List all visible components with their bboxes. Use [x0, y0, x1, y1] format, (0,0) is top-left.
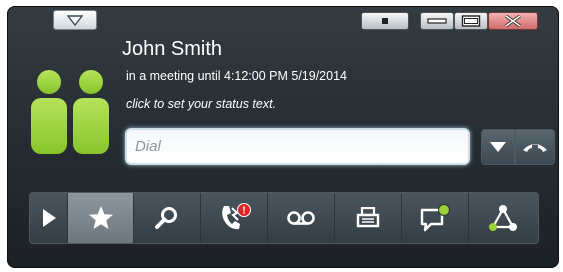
- triangle-down-icon: [490, 142, 506, 152]
- phone-handset-icon: [523, 144, 547, 152]
- presence-status[interactable]: in a meeting until 4:12:00 PM 5/19/2014: [126, 69, 347, 83]
- star-icon: [88, 206, 113, 229]
- voicemail-icon: [287, 211, 315, 225]
- minimize-icon: [427, 18, 447, 24]
- alert-badge: !: [242, 206, 245, 217]
- chat-icon: [420, 204, 450, 232]
- search-icon: [155, 207, 177, 229]
- compact-view-button[interactable]: [361, 12, 409, 30]
- minimize-button[interactable]: [420, 12, 454, 30]
- dial-input[interactable]: [125, 128, 470, 165]
- call-history-icon: !: [222, 203, 251, 230]
- maximize-icon: [461, 15, 481, 27]
- favorites-tab[interactable]: [68, 193, 134, 243]
- status-text-prompt[interactable]: click to set your status text.: [126, 97, 276, 111]
- call-button[interactable]: [515, 129, 555, 165]
- fax-icon: [356, 207, 380, 228]
- avatar[interactable]: [29, 70, 113, 154]
- fax-tab[interactable]: [335, 193, 402, 243]
- close-button[interactable]: [488, 12, 538, 30]
- maximize-button[interactable]: [454, 12, 488, 30]
- expand-toolbar-button[interactable]: [30, 193, 68, 243]
- contacts-avatar-icon: [31, 70, 109, 154]
- search-tab[interactable]: [134, 193, 201, 243]
- close-icon: [505, 15, 521, 27]
- call-history-tab[interactable]: !: [201, 193, 268, 243]
- app-window: John Smith in a meeting until 4:12:00 PM…: [7, 6, 559, 268]
- contact-name: John Smith: [122, 38, 223, 60]
- main-menu-button[interactable]: [53, 10, 97, 30]
- play-icon: [42, 209, 56, 227]
- compact-icon: [382, 18, 388, 24]
- dial-options-button[interactable]: [481, 129, 515, 165]
- toolbar: !: [29, 192, 539, 244]
- triangle-down-icon: [67, 15, 83, 26]
- conference-icon: [489, 205, 517, 231]
- conference-tab[interactable]: [469, 193, 537, 243]
- voicemail-tab[interactable]: [268, 193, 335, 243]
- chat-tab[interactable]: [402, 193, 469, 243]
